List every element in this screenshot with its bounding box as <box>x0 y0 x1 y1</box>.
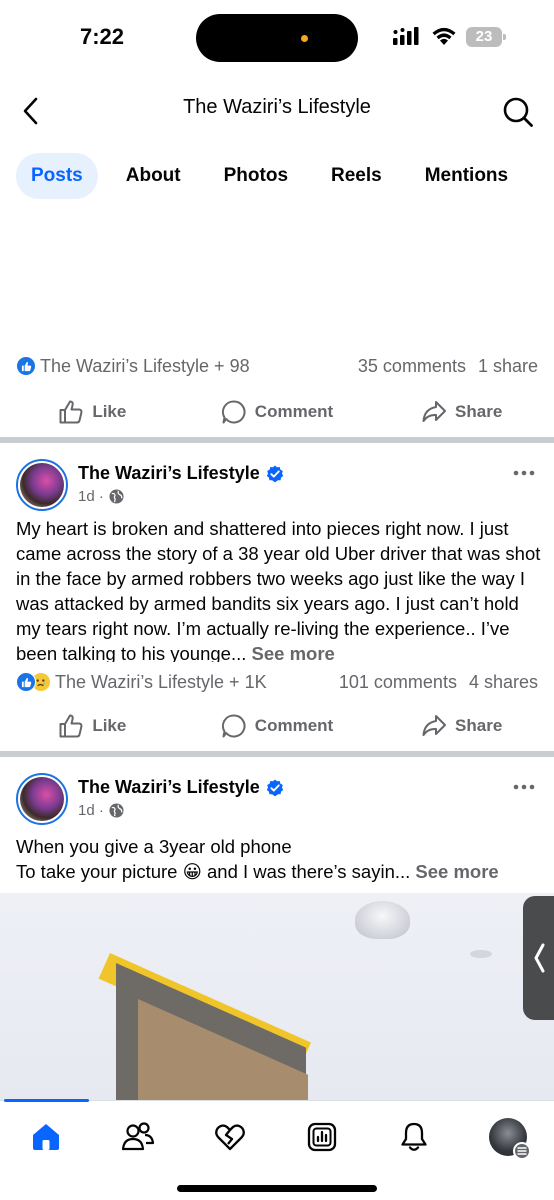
like-icon <box>59 400 83 424</box>
post-text: When you give a 3year old phone To take … <box>16 834 544 886</box>
bottom-nav <box>0 1099 554 1200</box>
share-label: Share <box>455 402 503 421</box>
author-name[interactable]: The Waziri’s Lifestyle <box>78 463 260 484</box>
post-body-line-2: To take your picture 😀 and I was there’s… <box>16 861 411 882</box>
like-reaction-icon <box>16 672 36 692</box>
menu-badge-icon <box>513 1142 531 1160</box>
share-label: Share <box>455 716 503 735</box>
author-avatar[interactable] <box>16 773 68 825</box>
reactions[interactable] <box>16 356 36 376</box>
share-button[interactable]: Share <box>369 704 554 748</box>
more-icon <box>513 784 535 790</box>
shares-count[interactable]: 4 shares <box>469 672 538 693</box>
post-stats: The Waziri’s Lifestyle + 98 35 comments … <box>16 350 538 382</box>
bell-icon <box>401 1122 427 1151</box>
comment-button[interactable]: Comment <box>185 390 370 434</box>
status-time: 7:22 <box>80 24 125 49</box>
post-time[interactable]: 1d · <box>78 488 104 505</box>
side-panel-handle[interactable] <box>523 896 554 1020</box>
comments-count[interactable]: 101 comments <box>339 672 457 693</box>
nav-profile[interactable] <box>488 1117 531 1160</box>
post-time[interactable]: 1d · <box>78 802 104 819</box>
reactions-summary[interactable]: The Waziri’s Lifestyle + 98 <box>40 356 358 377</box>
chevron-left-icon <box>534 943 544 973</box>
comments-count[interactable]: 35 comments <box>358 356 466 377</box>
heart-icon <box>215 1124 245 1151</box>
reactions-summary[interactable]: The Waziri’s Lifestyle + 1K <box>55 672 339 693</box>
post-header: The Waziri’s Lifestyle 1d · <box>16 773 538 829</box>
reactions[interactable] <box>16 672 51 692</box>
like-label: Like <box>92 716 127 735</box>
privacy-indicator-dot <box>301 35 308 42</box>
post-author[interactable]: The Waziri’s Lifestyle <box>78 463 284 484</box>
profile-avatar[interactable] <box>489 1118 531 1160</box>
battery-icon: 23 <box>466 27 506 47</box>
post-header: The Waziri’s Lifestyle 1d · <box>16 459 538 515</box>
comment-label: Comment <box>254 716 334 735</box>
like-label: Like <box>92 402 127 421</box>
globe-icon <box>109 803 124 818</box>
post-photo[interactable] <box>0 893 554 1101</box>
tab-reels[interactable]: Reels <box>316 153 397 199</box>
nav-home[interactable] <box>26 1117 66 1157</box>
home-indicator <box>177 1185 377 1192</box>
share-icon <box>422 401 447 422</box>
verified-badge-icon <box>266 779 283 796</box>
comment-icon <box>221 400 246 424</box>
see-more-link[interactable]: See more <box>415 861 498 882</box>
post-meta: 1d · <box>78 488 124 505</box>
nav-notifications[interactable] <box>394 1117 434 1157</box>
post-text: My heart is broken and shattered into pi… <box>16 516 544 662</box>
battery-level: 23 <box>466 27 502 47</box>
more-options-button[interactable] <box>510 463 538 483</box>
ceiling-light <box>355 901 410 939</box>
like-reaction-icon <box>16 356 36 376</box>
post-author[interactable]: The Waziri’s Lifestyle <box>78 777 284 798</box>
search-icon <box>503 97 533 127</box>
comment-label: Comment <box>254 402 334 421</box>
comment-button[interactable]: Comment <box>185 704 370 748</box>
page-title: The Waziri’s Lifestyle <box>183 96 371 118</box>
dynamic-island <box>196 14 358 62</box>
nav-dating[interactable] <box>210 1117 250 1157</box>
dashboard-icon <box>307 1122 337 1152</box>
tab-about[interactable]: About <box>111 153 196 199</box>
verified-badge-icon <box>266 465 283 482</box>
cellular-signal-icon <box>393 27 421 50</box>
like-button[interactable]: Like <box>0 390 185 434</box>
post-divider <box>0 437 554 443</box>
post-actions: Like Comment Share <box>0 390 554 434</box>
post-meta: 1d · <box>78 802 124 819</box>
shares-count[interactable]: 1 share <box>478 356 538 377</box>
profile-tabs: Posts About Photos Reels Mentions <box>16 153 536 199</box>
wifi-icon <box>431 26 457 51</box>
like-button[interactable]: Like <box>0 704 185 748</box>
home-icon <box>33 1124 59 1150</box>
nav-friends[interactable] <box>118 1117 158 1157</box>
page-header: The Waziri’s Lifestyle <box>0 80 554 140</box>
post-stats: The Waziri’s Lifestyle + 1K 101 comments… <box>16 666 538 698</box>
post-divider <box>0 751 554 757</box>
status-bar: 7:22 23 <box>0 0 554 76</box>
tab-photos[interactable]: Photos <box>209 153 303 199</box>
more-icon <box>513 470 535 476</box>
share-icon <box>422 715 447 736</box>
post-actions: Like Comment Share <box>0 704 554 748</box>
globe-icon <box>109 489 124 504</box>
comment-icon <box>221 714 246 738</box>
active-tab-indicator <box>4 1099 89 1102</box>
search-button[interactable] <box>498 92 538 132</box>
share-button[interactable]: Share <box>369 390 554 434</box>
like-icon <box>59 714 83 738</box>
more-options-button[interactable] <box>510 777 538 797</box>
author-name[interactable]: The Waziri’s Lifestyle <box>78 777 260 798</box>
tab-posts[interactable]: Posts <box>16 153 98 199</box>
tab-mentions[interactable]: Mentions <box>410 153 523 199</box>
see-more-link[interactable]: See more <box>252 643 335 662</box>
author-avatar[interactable] <box>16 459 68 511</box>
post-body-line-1: When you give a 3year old phone <box>16 836 292 857</box>
friends-icon <box>121 1122 155 1151</box>
post-body: My heart is broken and shattered into pi… <box>16 518 541 662</box>
nav-dashboard[interactable] <box>302 1117 342 1157</box>
